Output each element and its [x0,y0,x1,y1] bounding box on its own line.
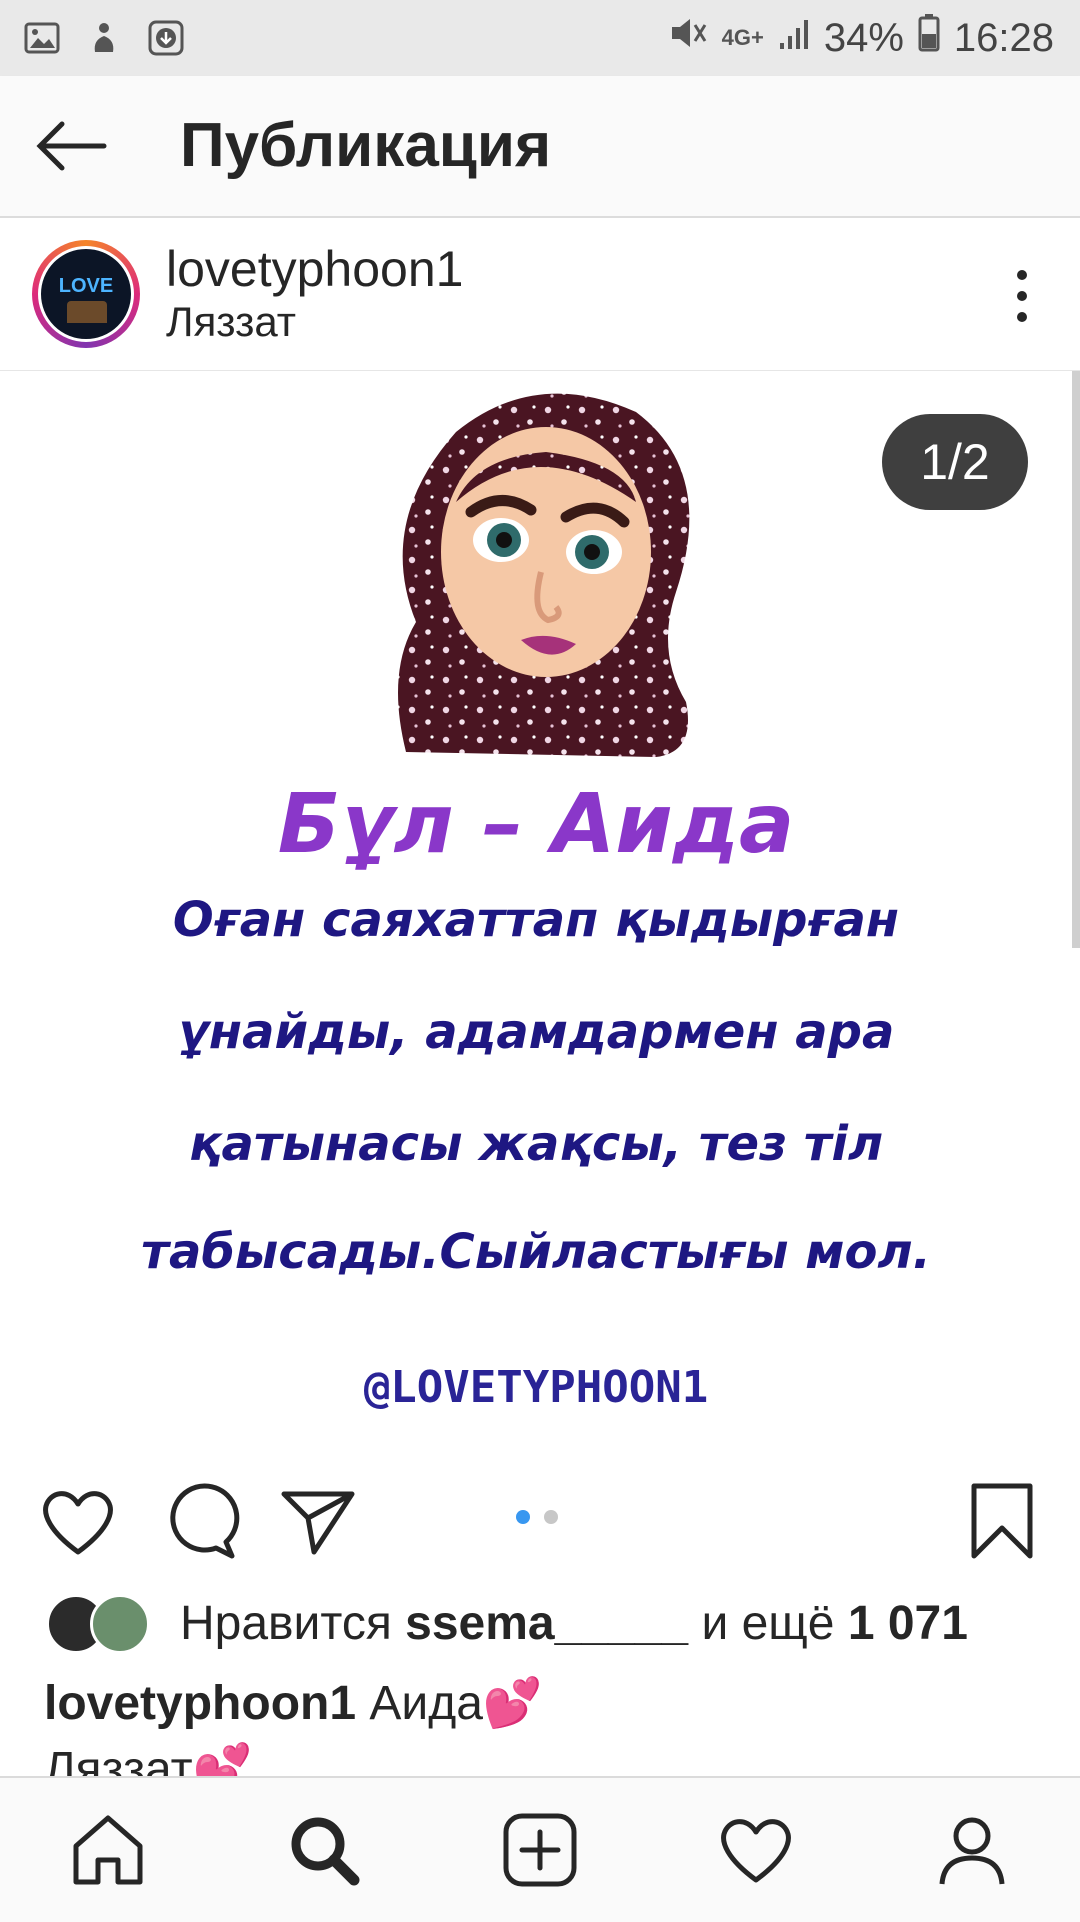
hijab-girl-illustration [398,393,690,757]
caption-username[interactable]: lovetyphoon1 [44,1677,356,1730]
caption-text: Аида💕 [369,1677,543,1730]
likes-count[interactable]: 1 071 [848,1596,968,1651]
share-button[interactable] [278,1482,358,1562]
likes-middle: и ещё [701,1596,835,1650]
send-icon [281,1491,355,1555]
image-text-line: табысады.Сыйластығы мол. [141,1224,931,1280]
image-text-line: ұнайды, адамдармен ара [177,1004,895,1060]
more-vertical-icon [1017,270,1027,280]
post-header: LOVE lovetyphoon1 Ляззат [0,218,1080,371]
arrow-left-icon [36,121,107,171]
download-icon [146,18,186,58]
liker-avatars [46,1592,156,1654]
heart-icon [43,1491,113,1555]
image-title: Бұл – Аида [277,777,795,872]
post-actions [0,1452,1080,1592]
comment-button[interactable] [160,1482,240,1562]
image-text-line: Оған саяхаттап қыдырған [172,892,900,948]
nav-add-post[interactable] [500,1810,580,1890]
image-watermark-handle: @LOVETYPHOON1 [363,1362,709,1413]
mute-icon [668,15,708,61]
caption-second-line: Ляззат💕 [44,1743,253,1780]
carousel-indicator [516,1510,558,1524]
likes-user[interactable]: ssema_____ [405,1596,688,1651]
app-header: Публикация [0,76,1080,218]
upload-icon [84,18,124,58]
home-icon [73,1815,143,1885]
carousel-dot [544,1510,558,1524]
bookmark-icon [971,1483,1033,1559]
more-options-button[interactable] [1012,270,1032,322]
avatar-house-image [67,301,107,323]
nav-profile[interactable] [932,1810,1012,1890]
profile-icon [939,1817,1005,1885]
likes-prefix: Нравится [180,1596,392,1650]
page-title: Публикация [180,111,552,180]
image-text-line: қатынасы жақсы, тез тіл [188,1116,884,1172]
post-caption: lovetyphoon1 Аида💕 [44,1674,543,1731]
carousel-dot-active [516,1510,530,1524]
add-icon [503,1813,577,1887]
nav-activity[interactable] [716,1810,796,1890]
avatar[interactable]: LOVE [32,240,140,348]
like-button[interactable] [38,1482,118,1562]
battery-level: 34% [823,15,904,60]
carousel-counter: 1/2 [882,414,1028,510]
back-button[interactable] [32,112,110,180]
nav-search[interactable] [284,1810,364,1890]
post-location[interactable]: Ляззат [166,298,296,346]
avatar [90,1594,150,1654]
post-username[interactable]: lovetyphoon1 [166,240,463,298]
status-bar: 4G+ 34% 16:28 [0,0,1080,76]
save-button[interactable] [962,1482,1042,1562]
likes-summary[interactable]: Нравится ssema_____ и ещё 1 071 [46,1588,968,1658]
battery-icon [918,14,940,62]
network-type: 4G+ [721,25,764,50]
avatar-logo-text: LOVE [58,275,114,297]
gallery-icon [22,18,62,58]
heart-icon [721,1819,791,1883]
bottom-navigation [0,1776,1080,1922]
search-icon [291,1817,360,1886]
signal-icon [778,16,810,61]
comment-icon [170,1483,240,1559]
nav-home[interactable] [68,1810,148,1890]
clock: 16:28 [953,15,1054,60]
post-image[interactable]: 1/2 Бұл – Аида Оған саяхаттап қыдырған ұ… [0,372,1072,1452]
